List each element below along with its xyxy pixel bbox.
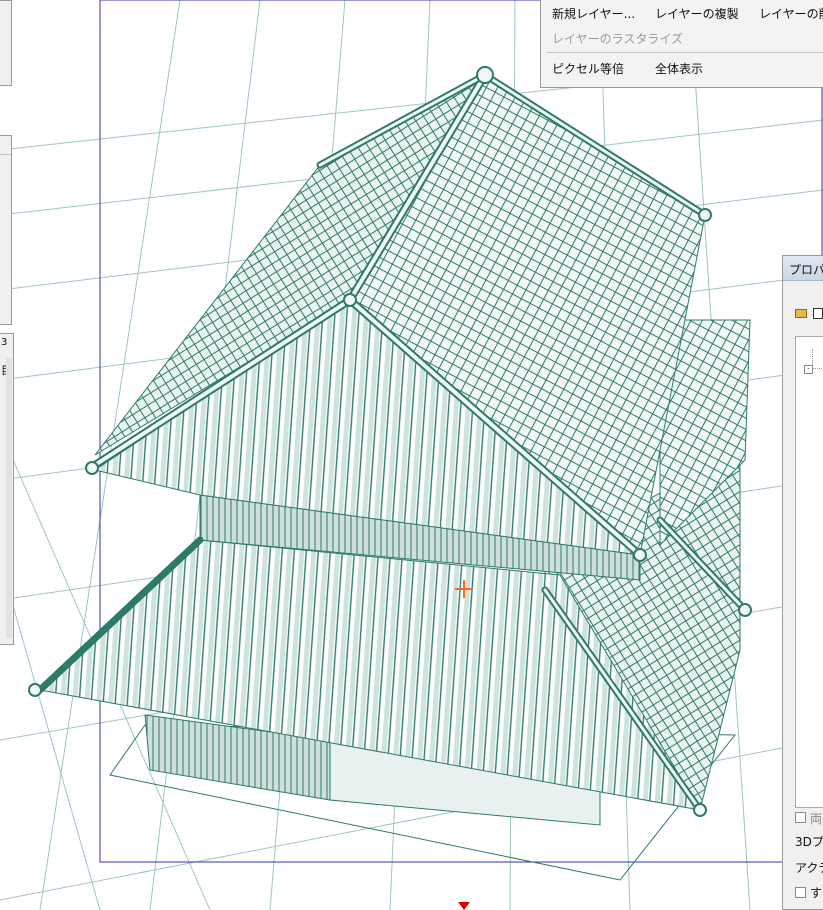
property-checkbox-1[interactable] — [795, 812, 806, 823]
save-icon[interactable] — [813, 308, 823, 319]
house-model — [28, 66, 752, 881]
property-checkbox-2[interactable] — [795, 887, 806, 898]
menu-new-layer[interactable]: 新規レイヤー... — [552, 5, 635, 22]
property-checkbox-1-label: 両 — [810, 812, 823, 826]
menu-delete-layer[interactable]: レイヤーの削除 — [759, 5, 823, 22]
property-panel-titlebar[interactable]: プロパ — [783, 256, 823, 281]
folder-open-icon[interactable] — [795, 309, 807, 318]
menu-rasterize-layer[interactable]: レイヤーのラスタライズ — [552, 30, 683, 47]
property-panel-title: プロパ — [789, 263, 823, 277]
tree-connector — [812, 368, 823, 370]
menu-divider — [547, 52, 823, 53]
left-panel-top — [0, 0, 12, 86]
layer-menu-panel: 新規レイヤー... レイヤーの複製 レイヤーの削除 レイヤーのラスタライズ ピク… — [540, 0, 823, 88]
menu-pixel-actual-size[interactable]: ピクセル等倍 — [552, 60, 624, 77]
property-active-label: アクテ — [795, 861, 823, 875]
property-tree-view[interactable]: - — [795, 336, 823, 808]
left-panel-scrollbar[interactable] — [6, 358, 12, 638]
bottom-marker-icon[interactable] — [458, 902, 470, 910]
3d-viewport[interactable] — [0, 0, 823, 910]
property-checkbox-2-label: す — [810, 886, 823, 900]
left-panel-bottom: 3 目 — [0, 333, 14, 645]
property-3d-label: 3Dプレ — [795, 835, 823, 849]
left-panel-middle — [0, 135, 12, 325]
left-panel-tab-number: 3 — [1, 337, 8, 348]
menu-fit-view[interactable]: 全体表示 — [655, 60, 703, 77]
tree-connector — [812, 349, 814, 369]
property-panel: プロパ - 両 3Dプレ アクテ す — [782, 255, 823, 910]
menu-duplicate-layer[interactable]: レイヤーの複製 — [655, 5, 739, 22]
